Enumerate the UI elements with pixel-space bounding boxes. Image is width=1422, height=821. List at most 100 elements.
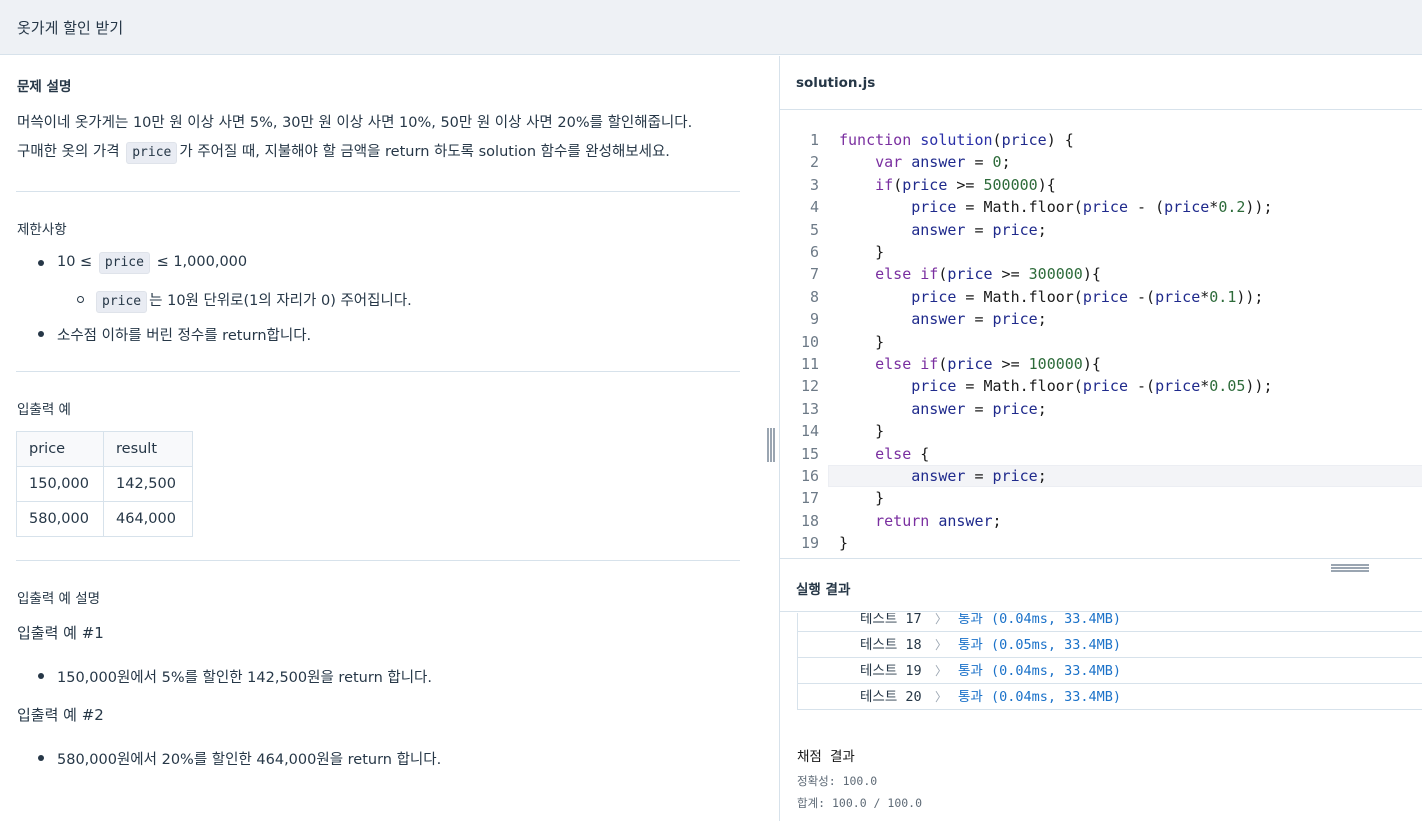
line-number: 5 bbox=[809, 220, 819, 239]
code-text: else if(price >= 100000){ bbox=[875, 355, 1101, 373]
code-line[interactable]: 8 price = Math.floor(price -(price*0.1))… bbox=[780, 286, 1422, 308]
grade-accuracy: 정확성: 100.0 bbox=[797, 774, 878, 788]
chevron-right-icon: 〉 bbox=[935, 664, 948, 678]
code-text: price = Math.floor(price -(price*0.05)); bbox=[911, 377, 1273, 396]
divider bbox=[16, 560, 740, 561]
chevron-right-icon: 〉 bbox=[935, 638, 948, 652]
test-label: 테스트 19 bbox=[860, 663, 922, 679]
example-1-item: 150,000원에서 5%를 할인한 142,500원을 return 합니다. bbox=[57, 670, 432, 686]
code-line[interactable]: 9 answer = price; bbox=[780, 308, 1422, 330]
code-line[interactable]: 5 answer = price; bbox=[780, 219, 1422, 241]
code-text: answer = price; bbox=[911, 467, 1047, 485]
bullet bbox=[38, 260, 44, 266]
test-result-text: 통과 (0.04ms, 33.4MB) bbox=[958, 689, 1122, 705]
code-text: answer = price; bbox=[911, 310, 1047, 329]
line-number: 12 bbox=[800, 377, 819, 396]
problem-line-1: 머쓱이네 옷가게는 10만 원 이상 사면 5%, 30만 원 이상 사면 10… bbox=[17, 115, 693, 131]
code-line[interactable]: 15 else { bbox=[780, 443, 1422, 465]
line-number: 17 bbox=[800, 489, 819, 508]
constraint-sub-item: price 는 10원 단위로(1의 자리가 0) 주어집니다. bbox=[96, 289, 412, 313]
constraint-item-1-suffix: ≤ 1,000,000 bbox=[156, 254, 248, 270]
io-explanation-heading: 입출력 예 설명 bbox=[17, 591, 101, 607]
line-number: 2 bbox=[809, 153, 819, 172]
constraint-item-1-prefix: 10 ≤ bbox=[57, 254, 93, 270]
test-result-row: 테스트 20 〉 통과 (0.04ms, 33.4MB) bbox=[798, 683, 1422, 709]
line-number: 16 bbox=[800, 467, 819, 485]
code-editor[interactable]: 1 function solution(price) { 2 var answer … bbox=[780, 126, 1422, 558]
table-cell: 580,000 bbox=[16, 501, 104, 537]
file-name: solution.js bbox=[796, 75, 876, 91]
constraint-sub-item-text: 는 10원 단위로(1의 자리가 0) 주어집니다. bbox=[149, 293, 412, 309]
bullet bbox=[38, 673, 44, 679]
test-result-row: 테스트 19 〉 통과 (0.04ms, 33.4MB) bbox=[798, 657, 1422, 683]
test-result-text: 통과 (0.04ms, 33.4MB) bbox=[958, 663, 1122, 679]
code-line[interactable]: 6 } bbox=[780, 241, 1422, 263]
line-number: 4 bbox=[809, 198, 819, 217]
io-example-heading: 입출력 예 bbox=[17, 402, 71, 418]
code-line[interactable]: 13 answer = price; bbox=[780, 398, 1422, 420]
problem-line-2: 구매한 옷의 가격 price 가 주어질 때, 지불해야 할 금액을 retur… bbox=[17, 138, 670, 167]
editor-panel: solution.js 1 function solution(price) { 2… bbox=[779, 56, 1422, 821]
code-line[interactable]: 7 else if(price >= 300000){ bbox=[780, 263, 1422, 285]
code-text: else { bbox=[875, 444, 930, 463]
bullet bbox=[38, 755, 44, 761]
code-text: answer = price; bbox=[911, 399, 1047, 418]
chevron-right-icon: 〉 bbox=[935, 613, 948, 626]
code-text: answer = price; bbox=[911, 220, 1047, 239]
top-bar: 옷가게 할인 받기 bbox=[0, 0, 1422, 55]
problem-panel: 문제 설명 머쓱이네 옷가게는 10만 원 이상 사면 5%, 30만 원 이상… bbox=[0, 56, 760, 821]
code-text: price = Math.floor(price - (price*0.2)); bbox=[911, 198, 1273, 217]
divider bbox=[16, 191, 740, 192]
problem-heading: 문제 설명 bbox=[17, 79, 72, 95]
table-cell: 142,500 bbox=[103, 466, 193, 502]
code-line[interactable]: 10 } bbox=[780, 331, 1422, 353]
result-heading: 실행 결과 bbox=[796, 582, 851, 598]
table-row: 150,000 142,500 bbox=[16, 466, 193, 502]
column-header: price bbox=[16, 431, 104, 467]
io-example-table: price result 150,000 142,500 580,000 464… bbox=[16, 431, 193, 537]
divider bbox=[16, 371, 740, 372]
result-resize-handle[interactable] bbox=[1331, 564, 1369, 574]
sub-bullet bbox=[77, 296, 84, 303]
problem-line-2-suffix: 가 주어질 때, 지불해야 할 금액을 return 하도록 solution … bbox=[179, 144, 670, 160]
table-header-row: price result bbox=[16, 431, 193, 467]
grade-total: 합계: 100.0 / 100.0 bbox=[797, 796, 923, 810]
table-row: 580,000 464,000 bbox=[16, 501, 193, 537]
code-line[interactable]: 1 function solution(price) { bbox=[780, 129, 1422, 151]
code-text: function solution(price) { bbox=[839, 131, 1074, 149]
code-chip: price bbox=[96, 291, 148, 313]
code-line[interactable]: 3 if(price >= 500000){ bbox=[780, 174, 1422, 196]
example-1-title: 입출력 예 #1 bbox=[17, 624, 104, 642]
table-cell: 464,000 bbox=[103, 501, 193, 537]
code-line[interactable]: 12 price = Math.floor(price -(price*0.05… bbox=[780, 375, 1422, 397]
line-number: 1 bbox=[809, 131, 819, 149]
code-chip: price bbox=[98, 252, 150, 274]
test-result-text: 통과 (0.04ms, 33.4MB) bbox=[958, 613, 1122, 627]
code-line[interactable]: 18 return answer; bbox=[780, 510, 1422, 532]
code-line[interactable]: 14 } bbox=[780, 420, 1422, 442]
line-number: 8 bbox=[809, 287, 819, 306]
test-result-row: 테스트 18 〉 통과 (0.05ms, 33.4MB) bbox=[798, 631, 1422, 657]
line-number: 7 bbox=[809, 265, 819, 284]
code-line[interactable]: 19} bbox=[780, 532, 1422, 554]
code-text: } bbox=[839, 332, 885, 351]
panel-resize-handle[interactable] bbox=[767, 428, 775, 462]
code-line[interactable]: 16 answer = price; bbox=[780, 465, 1422, 488]
example-2-title: 입출력 예 #2 bbox=[17, 706, 104, 724]
constraint-item-1: 10 ≤ price ≤ 1,000,000 bbox=[57, 252, 247, 274]
result-output: 테스트 17 〉 통과 (0.04ms, 33.4MB) 테스트 18 〉 통과 (0.0… bbox=[780, 613, 1422, 821]
line-number: 6 bbox=[809, 243, 819, 261]
grade-title: 채점 결과 bbox=[797, 749, 855, 765]
code-line[interactable]: 4 price = Math.floor(price - (price*0.2)… bbox=[780, 196, 1422, 218]
code-chip: price bbox=[126, 142, 178, 164]
result-header: 실행 결과 bbox=[780, 558, 1422, 612]
code-line[interactable]: 11 else if(price >= 100000){ bbox=[780, 353, 1422, 375]
code-text: if(price >= 500000){ bbox=[875, 175, 1056, 194]
editor-header: solution.js bbox=[780, 56, 1422, 110]
chevron-right-icon: 〉 bbox=[935, 690, 948, 704]
code-line[interactable]: 17 } bbox=[780, 487, 1422, 509]
line-number: 9 bbox=[809, 310, 819, 329]
code-line[interactable]: 2 var answer = 0; bbox=[780, 151, 1422, 173]
test-result-row: 테스트 17 〉 통과 (0.04ms, 33.4MB) bbox=[798, 613, 1422, 631]
problem-line-2-prefix: 구매한 옷의 가격 bbox=[17, 144, 120, 160]
